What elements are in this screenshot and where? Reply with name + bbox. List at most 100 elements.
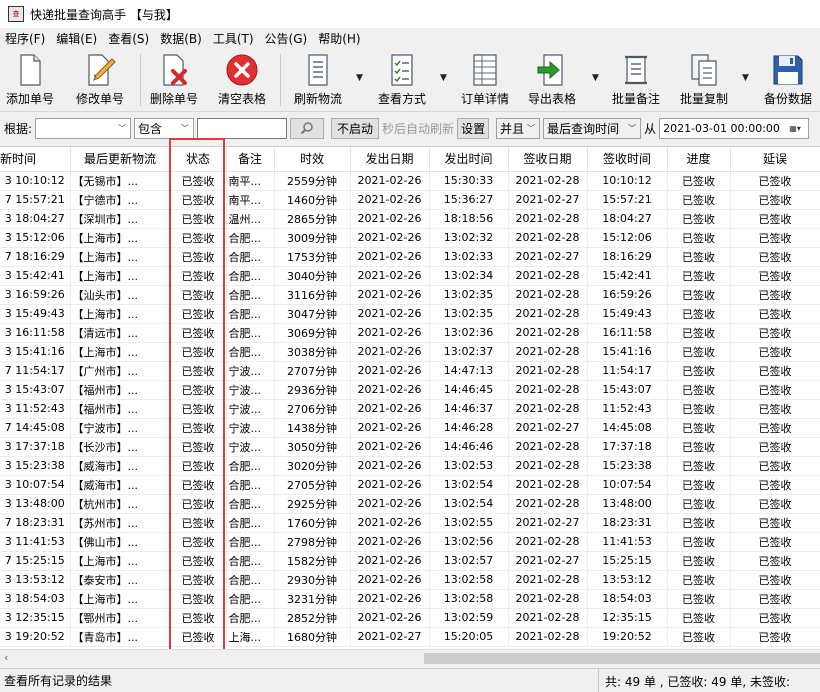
column-header-update-time[interactable]: 新时间 [0,147,71,172]
view-dropdown-icon[interactable]: ▼ [440,73,447,83]
table-row[interactable]: 7 18:23:31 【苏州市】... 已签收 合肥... 1760分钟 2021-02-… [0,513,820,533]
table-row[interactable]: 3 17:37:18 【长沙市】... 已签收 宁波... 3050分钟 2021-02-… [0,437,820,457]
filter-operator-select[interactable]: 包含 ﹀ [134,117,195,139]
table-row[interactable]: 3 15:43:07 【福州市】... 已签收 宁波... 2936分钟 2021-02-… [0,380,820,400]
logic-select[interactable]: 并且 ﹀ [496,117,541,139]
column-header-delay[interactable]: 延误 [730,147,820,172]
view-mode-button[interactable]: 查看方式 [378,53,426,109]
edit-number-button[interactable]: 修改单号 [76,53,124,109]
cell-status: 已签收 [170,190,227,210]
table-row[interactable]: 3 10:10:12 【无锡市】... 已签收 南平... 2559分钟 2021-02-… [0,171,820,191]
cell-duration: 1753分钟 [274,247,351,267]
cell-ship-time: 13:02:36 [429,323,509,343]
results-table: 新时间 最后更新物流 状态 备注 时效 发出日期 发出时间 签收日期 签收时间 进度 延误 3 10… [0,146,820,649]
chevron-down-icon: ﹀ [628,123,637,133]
cell-ship-time: 18:18:56 [429,209,509,229]
cell-update-time: 3 16:59:26 [0,285,71,305]
table-row[interactable]: 3 11:52:43 【福州市】... 已签收 宁波... 2706分钟 2021-02-… [0,399,820,419]
horizontal-scrollbar[interactable]: ‹ [0,649,820,666]
table-row[interactable]: 3 11:41:53 【佛山市】... 已签收 合肥... 2798分钟 2021-02-… [0,532,820,552]
column-header-ship-time[interactable]: 发出时间 [429,147,509,172]
table-row[interactable]: 7 11:54:17 【广州市】... 已签收 宁波... 2707分钟 2021-02-… [0,361,820,381]
edit-pencil-icon [88,54,116,86]
table-row[interactable]: 3 18:04:27 【深圳市】... 已签收 温州... 2865分钟 2021-02-… [0,209,820,229]
batch-note-label: 批量备注 [612,92,661,106]
column-header-last-logistics[interactable]: 最后更新物流 [70,147,171,172]
table-row[interactable]: 7 18:16:29 【上海市】... 已签收 合肥... 1753分钟 2021-02-… [0,247,820,267]
table-row[interactable]: 3 10:07:54 【威海市】... 已签收 合肥... 2705分钟 2021-02-… [0,475,820,495]
table-row[interactable]: 7 14:45:08 【宁波市】... 已签收 宁波... 1438分钟 2021-02-… [0,418,820,438]
export-table-button[interactable]: 导出表格 [528,53,576,109]
cell-ship-time: 13:02:58 [429,589,509,609]
table-row[interactable]: 3 15:42:41 【上海市】... 已签收 合肥... 3040分钟 2021-02-… [0,266,820,286]
export-dropdown-icon[interactable]: ▼ [592,73,599,83]
cell-delay: 已签收 [730,494,820,514]
cell-delay: 已签收 [730,456,820,476]
table-row[interactable]: 7 15:25:15 【上海市】... 已签收 合肥... 1582分钟 2021-02-… [0,551,820,571]
cell-ship-time: 14:46:37 [429,399,509,419]
cell-delay: 已签收 [730,247,820,267]
refresh-logistics-button[interactable]: 刷新物流 [294,53,342,109]
cell-ship-date: 2021-02-26 [350,247,430,267]
order-detail-button[interactable]: 订单详情 [461,53,509,109]
table-row[interactable]: 7 15:57:21 【宁德市】... 已签收 南平... 1460分钟 2021-02-… [0,190,820,210]
scrollbar-thumb[interactable] [424,653,820,664]
settings-button[interactable]: 设置 [457,117,490,139]
batch-note-button[interactable]: 批量备注 [612,53,660,109]
menu-tools[interactable]: 工具(T) [213,30,254,47]
cell-sign-time: 19:20:52 [587,627,668,647]
column-header-status[interactable]: 状态 [170,147,227,172]
menu-notice[interactable]: 公告(G) [265,30,308,47]
auto-refresh-button[interactable]: 不启动 [331,117,380,139]
refresh-dropdown-icon[interactable]: ▼ [356,73,363,83]
table-row[interactable]: 3 16:11:58 【清远市】... 已签收 合肥... 3069分钟 2021-02-… [0,323,820,343]
cell-status: 已签收 [170,551,227,571]
table-row[interactable]: 3 15:12:06 【上海市】... 已签收 合肥... 3009分钟 2021-02-… [0,228,820,248]
table-row[interactable]: 3 13:53:12 【泰安市】... 已签收 合肥... 2930分钟 2021-02-… [0,570,820,590]
menu-program[interactable]: 程序(F) [5,30,45,47]
add-number-button[interactable]: 添加单号 [6,53,54,109]
column-header-ship-date[interactable]: 发出日期 [350,147,430,172]
column-header-sign-date[interactable]: 签收日期 [508,147,588,172]
calendar-icon[interactable]: ▦▾ [782,119,808,138]
table-row[interactable]: 3 12:35:15 【鄂州市】... 已签收 合肥... 2852分钟 2021-02-… [0,608,820,628]
table-row[interactable]: 3 13:48:00 【杭州市】... 已签收 合肥... 2925分钟 2021-02-… [0,494,820,514]
column-header-note[interactable]: 备注 [226,147,275,172]
table-header-row: 新时间 最后更新物流 状态 备注 时效 发出日期 发出时间 签收日期 签收时间 进度 延误 [0,147,820,172]
clear-table-button[interactable]: 清空表格 [218,53,266,109]
cell-ship-time: 13:02:59 [429,608,509,628]
cell-delay: 已签收 [730,209,820,229]
cell-sign-date: 2021-02-28 [508,532,588,552]
copy-dropdown-icon[interactable]: ▼ [742,73,749,83]
filter-keyword-input[interactable] [197,117,288,139]
from-date-picker[interactable]: 2021-03-01 00:00:00 ▦▾ [659,117,810,139]
table-row[interactable]: 3 16:59:26 【汕头市】... 已签收 合肥... 3116分钟 2021-02-… [0,285,820,305]
table-row[interactable]: 3 19:20:52 【青岛市】... 已签收 上海... 1680分钟 2021-02-… [0,627,820,647]
menu-data[interactable]: 数据(B) [160,30,202,47]
cell-duration: 2706分钟 [274,399,351,419]
menu-view[interactable]: 查看(S) [108,30,149,47]
column-header-progress[interactable]: 进度 [667,147,731,172]
table-row[interactable]: 3 15:41:16 【上海市】... 已签收 合肥... 3038分钟 2021-02-… [0,342,820,362]
view-mode-label: 查看方式 [378,92,427,106]
table-row[interactable]: 3 15:23:38 【威海市】... 已签收 合肥... 3020分钟 2021-02-… [0,456,820,476]
table-row[interactable]: 3 15:49:43 【上海市】... 已签收 合肥... 3047分钟 2021-02-… [0,304,820,324]
table-row[interactable]: 3 18:54:03 【上海市】... 已签收 合肥... 3231分钟 2021-02-… [0,589,820,609]
search-button[interactable] [290,117,325,139]
menu-edit[interactable]: 编辑(E) [56,30,97,47]
cell-update-time: 3 19:20:52 [0,627,71,647]
batch-copy-button[interactable]: 批量复制 [680,53,728,109]
menu-help[interactable]: 帮助(H) [318,30,360,47]
delete-number-button[interactable]: 删除单号 [150,53,198,109]
time-field-select[interactable]: 最后查询时间 ﹀ [543,117,642,139]
save-disk-icon [773,55,803,85]
backup-data-button[interactable]: 备份数据 [764,53,812,109]
scroll-left-icon[interactable]: ‹ [4,651,8,664]
cell-progress: 已签收 [667,570,731,590]
cell-duration: 2865分钟 [274,209,351,229]
cell-note: 合肥... [226,608,275,628]
filter-field-select[interactable]: ﹀ [35,117,132,139]
column-header-sign-time[interactable]: 签收时间 [587,147,668,172]
column-header-duration[interactable]: 时效 [274,147,351,172]
cell-last-logistics: 【长沙市】... [70,437,171,457]
